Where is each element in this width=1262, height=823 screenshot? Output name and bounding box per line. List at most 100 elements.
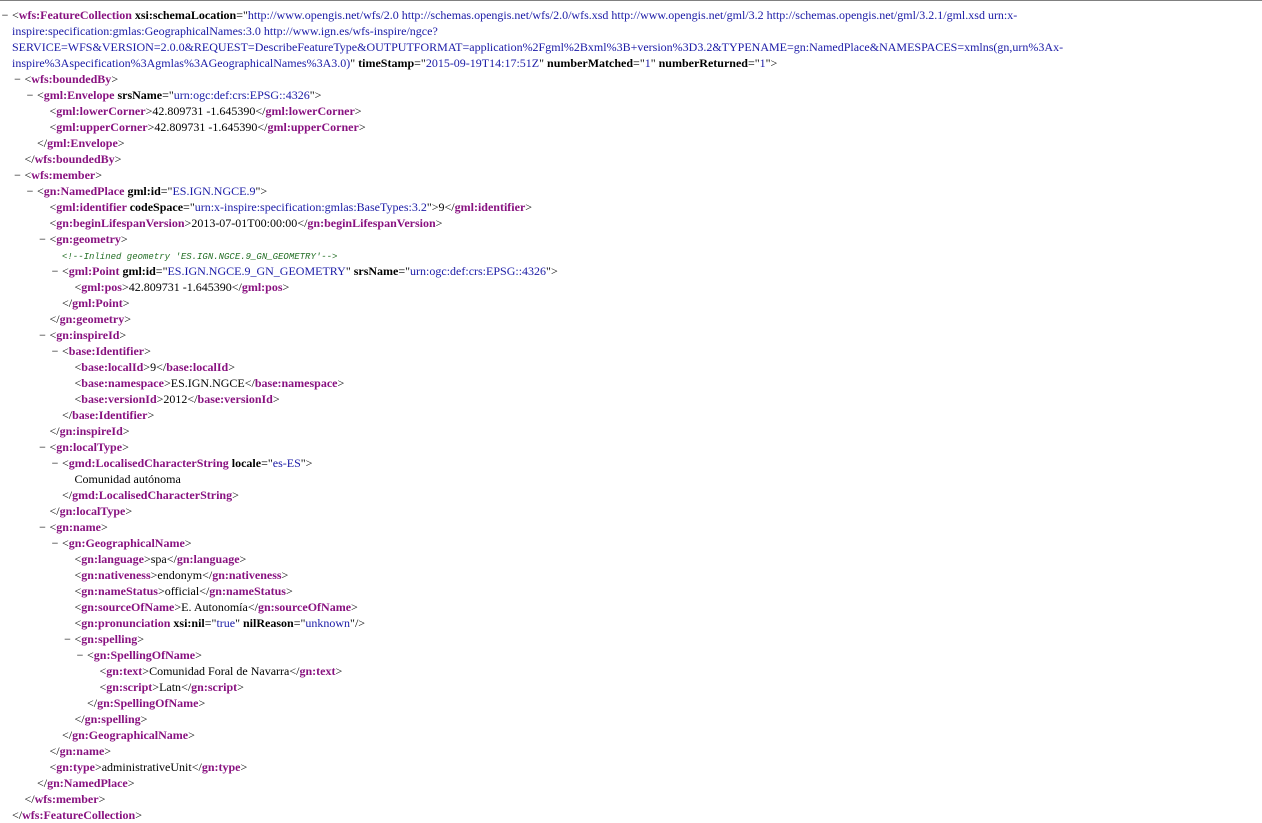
xml-line: <gn:type>administrativeUnit</gn:type>	[4, 759, 1262, 775]
xml-text-content: 42.809731 -1.645390	[152, 104, 255, 118]
xml-bracket: >	[128, 776, 135, 790]
xml-bracket: >	[335, 664, 342, 678]
collapse-toggle-icon[interactable]: −	[0, 7, 11, 23]
collapse-toggle-icon[interactable]: −	[49, 535, 61, 551]
xml-line: <gml:pos>42.809731 -1.645390</gml:pos>	[4, 279, 1262, 295]
xml-bracket: >	[237, 680, 244, 694]
xml-line-content: <gn:script>Latn</gn:script>	[100, 679, 1262, 695]
xml-punctuation: ="	[398, 264, 410, 278]
xml-line: −<gn:spelling>	[4, 631, 1262, 647]
xml-text-content: endonym	[157, 568, 202, 582]
xml-bracket: >	[111, 72, 118, 86]
xml-tag-name: gml:lowerCorner	[56, 104, 145, 118]
xml-bracket: >	[273, 392, 280, 406]
collapse-toggle-icon[interactable]: −	[37, 519, 49, 535]
xml-tag-name: gn:beginLifespanVersion	[307, 216, 435, 230]
collapse-toggle-icon[interactable]: −	[12, 167, 24, 183]
xml-line-content: </gmd:LocalisedCharacterString>	[62, 487, 1262, 503]
xml-line-content: <gn:language>spa</gn:language>	[75, 551, 1262, 567]
collapse-toggle-icon[interactable]: −	[37, 439, 49, 455]
xml-line-content: <wfs:boundedBy>	[25, 71, 1262, 87]
xml-line: −<gn:GeographicalName>	[4, 535, 1262, 551]
collapse-toggle-icon[interactable]: −	[49, 263, 61, 279]
xml-tag-name: wfs:member	[35, 792, 99, 806]
xml-line-content: <gn:SpellingOfName>	[87, 647, 1262, 663]
xml-line: Comunidad autónoma	[4, 471, 1262, 487]
xml-tag-name: base:Identifier	[69, 344, 144, 358]
collapse-toggle-icon[interactable]: −	[74, 647, 86, 663]
xml-bracket: </	[50, 744, 60, 758]
xml-bracket: >	[351, 600, 358, 614]
collapse-toggle-icon[interactable]: −	[37, 327, 49, 343]
xml-line: <gml:lowerCorner>42.809731 -1.645390</gm…	[4, 103, 1262, 119]
xml-bracket: </	[445, 200, 455, 214]
xml-line-content: <gn:type>administrativeUnit</gn:type>	[50, 759, 1262, 775]
xml-line-content: </gn:NamedPlace>	[37, 775, 1262, 791]
xml-tag-name: wfs:FeatureCollection	[19, 8, 132, 22]
collapse-toggle-icon[interactable]: −	[37, 231, 49, 247]
xml-line: </gn:SpellingOfName>	[4, 695, 1262, 711]
collapse-toggle-icon[interactable]: −	[24, 87, 36, 103]
collapse-toggle-icon[interactable]: −	[24, 183, 36, 199]
xml-attribute-name: xsi:schemaLocation	[132, 8, 236, 22]
xml-attribute-name: gml:id	[119, 264, 155, 278]
xml-line: </gn:spelling>	[4, 711, 1262, 727]
xml-line-content: </gn:inspireId>	[50, 423, 1262, 439]
xml-bracket: <	[37, 184, 44, 198]
xml-bracket: >	[355, 104, 362, 118]
xml-tag-name: gn:type	[202, 760, 241, 774]
xml-tag-name: gml:Envelope	[47, 136, 118, 150]
collapse-toggle-icon[interactable]: −	[12, 71, 24, 87]
xml-bracket: </	[202, 568, 212, 582]
xml-bracket: >	[95, 168, 102, 182]
xml-tag-name: base:versionId	[81, 392, 156, 406]
collapse-toggle-icon[interactable]: −	[49, 455, 61, 471]
xml-line-content: <gml:pos>42.809731 -1.645390</gml:pos>	[75, 279, 1262, 295]
xml-line-content: </gn:spelling>	[75, 711, 1262, 727]
xml-tag-name: gn:nativeness	[81, 568, 150, 582]
xml-line: −<base:Identifier>	[4, 343, 1262, 359]
xml-tag-name: gn:nameStatus	[81, 584, 158, 598]
xml-bracket: </	[255, 104, 265, 118]
xml-line-content: <gn:name>	[50, 519, 1262, 535]
xml-tag-name: gn:inspireId	[60, 424, 123, 438]
xml-bracket: </	[75, 712, 85, 726]
xml-attribute-name: srsName	[351, 264, 399, 278]
xml-tag-name: gn:localType	[60, 504, 126, 518]
xml-line: <gn:nameStatus>official</gn:nameStatus>	[4, 583, 1262, 599]
xml-tag-name: wfs:FeatureCollection	[22, 808, 135, 822]
xml-line: </gn:localType>	[4, 503, 1262, 519]
xml-tag-name: wfs:boundedBy	[31, 72, 111, 86]
xml-tag-name: gml:Point	[69, 264, 120, 278]
xml-tag-name: gml:identifier	[56, 200, 126, 214]
xml-attribute-value: ES.IGN.NGCE.9	[172, 184, 255, 198]
xml-bracket: >	[99, 792, 106, 806]
xml-tag-name: gmd:LocalisedCharacterString	[72, 488, 232, 502]
xml-text-content: administrativeUnit	[102, 760, 192, 774]
xml-line: −<gn:SpellingOfName>	[4, 647, 1262, 663]
xml-bracket: </	[187, 392, 197, 406]
xml-line: </wfs:member>	[4, 791, 1262, 807]
xml-tag-name: gn:script	[106, 680, 152, 694]
xml-attribute-value: urn:ogc:def:crs:EPSG::4326	[410, 264, 546, 278]
xml-tag-name: gmd:LocalisedCharacterString	[69, 456, 229, 470]
xml-bracket: >	[286, 584, 293, 598]
xml-comment: <!--Inlined geometry 'ES.IGN.NGCE.9_GN_G…	[62, 252, 337, 262]
xml-bracket: />	[355, 616, 365, 630]
xml-bracket: </	[37, 776, 47, 790]
xml-tag-name: gml:pos	[242, 280, 283, 294]
xml-line: </gn:inspireId>	[4, 423, 1262, 439]
xml-bracket: </	[232, 280, 242, 294]
collapse-toggle-icon[interactable]: −	[49, 343, 61, 359]
xml-tag-name: gml:Point	[72, 296, 123, 310]
xml-tree-viewer: −<wfs:FeatureCollection xsi:schemaLocati…	[0, 1, 1262, 823]
xml-line: </gn:GeographicalName>	[4, 727, 1262, 743]
xml-line: </gn:geometry>	[4, 311, 1262, 327]
xml-line: −<gn:NamedPlace gml:id="ES.IGN.NGCE.9">	[4, 183, 1262, 199]
collapse-toggle-icon[interactable]: −	[62, 631, 74, 647]
xml-line-content: </gn:GeographicalName>	[62, 727, 1262, 743]
xml-attribute-name: numberMatched	[544, 56, 633, 70]
xml-line: <gn:sourceOfName>E. Autonomía</gn:source…	[4, 599, 1262, 615]
xml-bracket: >	[260, 184, 267, 198]
xml-line-content: </wfs:FeatureCollection>	[12, 807, 1262, 823]
